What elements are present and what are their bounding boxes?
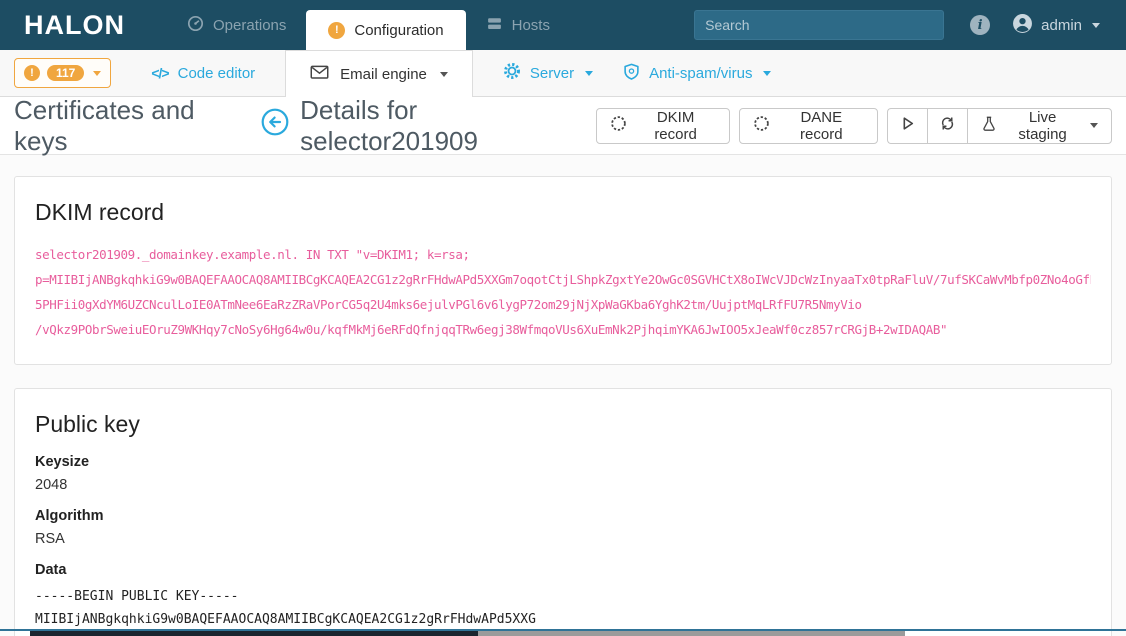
chevron-down-icon xyxy=(1090,123,1098,128)
dkim-record-line: /vQkz9PObrSweiuEOruZ9WKHqy7cNoSy6Hg64w0u… xyxy=(35,322,948,337)
header-actions: DKIM record DANE record Live staging xyxy=(595,107,1112,144)
dkim-record-line: 5PHFii0gXdYM6UZCNculLoIE0ATmNee6EaRzZRaV… xyxy=(35,297,862,312)
dkim-record-label: DKIM record xyxy=(654,108,697,143)
back-circle-icon[interactable] xyxy=(261,108,289,143)
algorithm-label: Algorithm xyxy=(35,508,104,524)
gauge-icon xyxy=(187,15,204,36)
user-name: admin xyxy=(1041,16,1082,34)
data-label: Data xyxy=(35,562,67,578)
tab-anti-spam-virus-label: Anti-spam/virus xyxy=(649,64,753,82)
warnings-badge[interactable]: ! 117 xyxy=(14,58,112,88)
public-key-line: -----BEGIN PUBLIC KEY----- xyxy=(35,589,239,604)
algorithm-value: RSA xyxy=(35,531,65,547)
chevron-down-icon xyxy=(439,71,448,77)
user-avatar-icon xyxy=(1012,13,1033,38)
dkim-record-line: p=MIIBIjANBgkqhkiG9w0BAQEFAAOCAQ8AMIIBCg… xyxy=(35,272,1091,287)
chevron-down-icon xyxy=(93,70,102,76)
gear-icon xyxy=(503,62,521,84)
public-key-card: Public key Keysize 2048 Algorithm RSA Da… xyxy=(14,388,1112,636)
nav-configuration[interactable]: ! Configuration xyxy=(306,10,466,50)
chevron-down-icon xyxy=(1092,22,1100,28)
nav-operations[interactable]: Operations xyxy=(167,0,306,50)
tab-code-editor-label: Code editor xyxy=(177,64,256,82)
chevron-down-icon xyxy=(763,70,772,76)
nav-operations-label: Operations xyxy=(213,16,287,34)
dane-record-label: DANE record xyxy=(800,108,843,143)
info-icon[interactable]: i xyxy=(970,15,991,35)
server-icon xyxy=(486,15,503,36)
nav-configuration-label: Configuration xyxy=(354,21,444,39)
tab-anti-spam-virus[interactable]: Anti-spam/virus xyxy=(623,63,772,84)
play-icon xyxy=(899,115,916,136)
dkim-record-button[interactable]: DKIM record xyxy=(595,107,731,144)
nav-hosts-label: Hosts xyxy=(511,16,550,34)
warning-count: 117 xyxy=(47,65,85,81)
data-field: Data -----BEGIN PUBLIC KEY----- MIIBIjAN… xyxy=(35,562,1091,636)
tab-email-engine-label: Email engine xyxy=(340,65,427,83)
halon-logo: HALON xyxy=(24,9,125,40)
tab-server[interactable]: Server xyxy=(503,62,594,84)
chevron-down-icon xyxy=(585,70,594,76)
nav-hosts[interactable]: Hosts xyxy=(466,0,570,50)
dane-record-button[interactable]: DANE record xyxy=(739,107,879,144)
live-staging-label: Live staging xyxy=(1018,108,1067,143)
config-subnav: ! 117 </> Code editor Email engine Serve… xyxy=(0,50,1126,97)
flask-icon xyxy=(981,116,997,136)
keysize-value: 2048 xyxy=(35,477,68,493)
shield-icon xyxy=(623,63,640,84)
refresh-icon xyxy=(939,115,956,136)
live-staging-button[interactable]: Live staging xyxy=(967,107,1112,144)
top-navbar: HALON Operations ! Configuration Hosts i… xyxy=(0,0,1126,50)
clipped-next-line xyxy=(30,631,478,636)
public-key-line: MIIBIjANBgkqhkiG9w0BAQEFAAOCAQ8AMIIBCgKC… xyxy=(35,612,536,627)
algorithm-field: Algorithm RSA xyxy=(35,508,1091,547)
tab-server-label: Server xyxy=(529,64,575,82)
clipped-scrollbar-track xyxy=(478,631,905,636)
page-header: Certificates and keys Details for select… xyxy=(0,95,1126,157)
tab-email-engine[interactable]: Email engine xyxy=(285,50,473,97)
rosette-icon xyxy=(610,115,627,136)
page-title: Certificates and keys Details for select… xyxy=(14,95,596,157)
warning-icon: ! xyxy=(24,65,40,81)
refresh-button[interactable] xyxy=(927,107,968,144)
warning-icon: ! xyxy=(328,21,346,39)
run-button[interactable] xyxy=(887,107,928,144)
user-menu[interactable]: admin xyxy=(1012,13,1100,38)
page-subtitle: Details for selector201909 xyxy=(300,94,478,156)
public-key-card-title: Public key xyxy=(35,411,140,437)
tab-code-editor[interactable]: </> Code editor xyxy=(151,65,255,82)
envelope-icon xyxy=(310,64,329,84)
dkim-record-card: DKIM record selector201909._domainkey.ex… xyxy=(14,176,1112,365)
dkim-record-line: selector201909._domainkey.example.nl. IN… xyxy=(35,247,470,262)
code-icon: </> xyxy=(151,65,169,81)
search-input[interactable] xyxy=(694,10,945,40)
main-content: DKIM record selector201909._domainkey.ex… xyxy=(0,155,1126,636)
dkim-card-title: DKIM record xyxy=(35,199,165,225)
rosette-icon xyxy=(753,115,770,136)
keysize-label: Keysize xyxy=(35,454,90,470)
run-button-group: Live staging xyxy=(887,107,1112,144)
keysize-field: Keysize 2048 xyxy=(35,454,1091,493)
page-title-section: Certificates and keys xyxy=(14,94,195,156)
